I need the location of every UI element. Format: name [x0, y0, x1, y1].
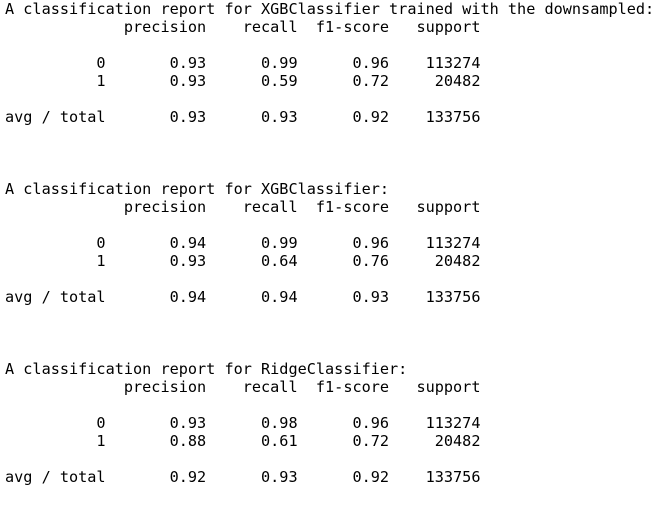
report-row: 0 0.93 0.99 0.96 113274 — [5, 54, 481, 72]
blank-line — [5, 144, 667, 162]
blank-line — [5, 216, 667, 234]
report-header-line: precision recall f1-score support — [5, 198, 481, 216]
report-row: 0 0.93 0.98 0.96 113274 — [5, 414, 481, 432]
report-line-3: A classification report for RidgeClassif… — [5, 360, 408, 378]
report-avg-row: avg / total 0.93 0.93 0.92 133756 — [5, 108, 481, 126]
report-line-2: A classification report for XGBClassifie… — [5, 180, 390, 198]
report-avg-row: avg / total 0.92 0.93 0.92 133756 — [5, 468, 481, 486]
report-row: 1 0.88 0.61 0.72 20482 — [5, 432, 481, 450]
blank-line — [5, 162, 667, 180]
blank-line — [5, 396, 667, 414]
blank-line — [5, 450, 667, 468]
blank-line — [5, 324, 667, 342]
blank-line — [5, 342, 667, 360]
report-avg-row: avg / total 0.94 0.94 0.93 133756 — [5, 288, 481, 306]
report-header-line: precision recall f1-score support — [5, 18, 481, 36]
blank-line — [5, 36, 667, 54]
report-line-1: A classification report for XGBClassifie… — [5, 0, 655, 18]
report-row: 1 0.93 0.59 0.72 20482 — [5, 72, 481, 90]
report-header-line: precision recall f1-score support — [5, 378, 481, 396]
report-row: 1 0.93 0.64 0.76 20482 — [5, 252, 481, 270]
blank-line — [5, 306, 667, 324]
blank-line — [5, 270, 667, 288]
blank-line — [5, 90, 667, 108]
report-row: 0 0.94 0.99 0.96 113274 — [5, 234, 481, 252]
blank-line — [5, 126, 667, 144]
terminal-output: A classification report for XGBClassifie… — [5, 0, 667, 505]
